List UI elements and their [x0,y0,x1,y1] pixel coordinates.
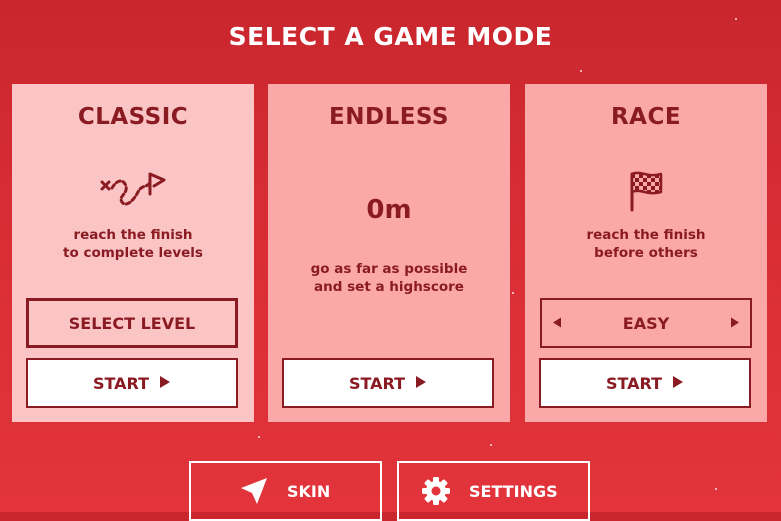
difficulty-next-button[interactable] [730,314,740,333]
mode-title-classic: CLASSIC [77,104,189,130]
checkered-flag-icon [627,170,667,212]
mode-desc-line2: and set a highscore [314,279,464,295]
mode-title-endless: ENDLESS [328,104,450,130]
start-button-classic[interactable]: START [26,358,238,408]
winding-path-flag-icon [98,172,168,212]
skin-label: SKIN [287,481,331,501]
star-dot [715,488,717,490]
mode-desc-line1: reach the finish [73,227,193,243]
start-label: START [605,373,663,393]
mode-desc-endless: go as far as possible and set a highscor… [268,260,510,296]
settings-button[interactable]: SETTINGS [397,461,590,521]
play-triangle-icon [672,374,684,393]
mode-card-endless: ENDLESS 0m go as far as possible and set… [268,84,510,422]
select-level-button[interactable]: SELECT LEVEL [26,298,238,348]
start-label: START [348,373,406,393]
distance-value: 0m [366,195,412,225]
play-triangle-icon [415,374,427,393]
play-triangle-icon [159,374,171,393]
star-dot [735,18,737,20]
mode-desc-line2: to complete levels [63,245,203,261]
mode-desc-classic: reach the finish to complete levels [12,226,254,262]
star-dot [512,292,514,294]
start-button-endless[interactable]: START [282,358,494,408]
mode-desc-race: reach the finish before others [525,226,767,262]
mode-card-classic: CLASSIC reach the finish to complete lev… [12,84,254,422]
mode-desc-line1: go as far as possible [310,261,468,277]
start-label: START [92,373,150,393]
paper-plane-icon [239,476,269,506]
star-dot [258,436,260,438]
gear-icon [421,476,451,506]
start-button-race[interactable]: START [539,358,751,408]
mode-card-race: RACE reach the finish before others EASY [525,84,767,422]
difficulty-prev-button[interactable] [552,314,562,333]
difficulty-selector: EASY [540,298,752,348]
mode-title-race: RACE [610,104,682,130]
mode-desc-line2: before others [594,245,698,261]
star-dot [490,444,492,446]
settings-label: SETTINGS [469,481,558,501]
mode-desc-line1: reach the finish [586,227,706,243]
star-dot [580,70,582,72]
skin-button[interactable]: SKIN [189,461,382,521]
page-title: SELECT A GAME MODE [228,22,553,51]
difficulty-value: EASY [622,313,670,333]
